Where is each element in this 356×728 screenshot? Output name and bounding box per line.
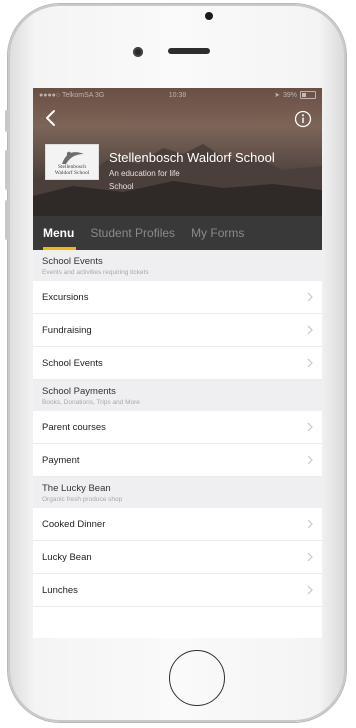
volume-down-button <box>5 200 9 240</box>
list-item-lunches[interactable]: Lunches <box>33 574 322 607</box>
section-subtitle: Events and activities requiring tickets <box>42 269 149 276</box>
chevron-right-icon <box>307 292 313 302</box>
mute-switch <box>5 110 9 132</box>
chevron-right-icon <box>307 519 313 529</box>
app-screen: ●●●●○ TelkomSA 3G 10:38 ➤ 39% Stellenbos… <box>33 88 322 638</box>
list-item-excursions[interactable]: Excursions <box>33 281 322 314</box>
front-sensor <box>205 12 213 20</box>
logo-text-line2: Waldorf School <box>54 170 90 177</box>
list-item-label: Fundraising <box>42 324 92 336</box>
tab-my-forms[interactable]: My Forms <box>191 216 244 250</box>
chevron-right-icon <box>307 325 313 335</box>
tab-bar: Menu Student Profiles My Forms <box>33 216 322 250</box>
chevron-right-icon <box>307 358 313 368</box>
section-subtitle: Books, Donations, Trips and More <box>42 399 140 406</box>
section-title: School Events <box>42 256 103 267</box>
status-bar: ●●●●○ TelkomSA 3G 10:38 ➤ 39% <box>33 88 322 102</box>
info-icon[interactable] <box>294 110 312 128</box>
chevron-left-icon[interactable] <box>43 108 59 128</box>
school-logo: Stellenbosch Waldorf School <box>45 144 99 180</box>
list-item-school-events[interactable]: School Events <box>33 347 322 380</box>
school-name: Stellenbosch Waldorf School <box>109 150 275 165</box>
list-item-label: Lucky Bean <box>42 551 92 563</box>
chevron-right-icon <box>307 552 313 562</box>
chevron-right-icon <box>307 422 313 432</box>
chevron-right-icon <box>307 585 313 595</box>
front-camera <box>133 47 143 57</box>
section-header-school-events: School Events Events and activities requ… <box>33 250 322 281</box>
school-type: School <box>109 182 134 191</box>
section-subtitle: Organic fresh produce shop <box>42 496 123 503</box>
volume-up-button <box>5 150 9 190</box>
list-item-label: Payment <box>42 454 80 466</box>
home-button[interactable] <box>169 650 225 706</box>
menu-list: School Events Events and activities requ… <box>33 250 322 607</box>
list-item-label: Parent courses <box>42 421 106 433</box>
tab-student-profiles[interactable]: Student Profiles <box>90 216 175 250</box>
section-header-lucky-bean: The Lucky Bean Organic fresh produce sho… <box>33 477 322 508</box>
status-time: 10:38 <box>168 91 187 99</box>
list-item-cooked-dinner[interactable]: Cooked Dinner <box>33 508 322 541</box>
list-item-lucky-bean[interactable]: Lucky Bean <box>33 541 322 574</box>
list-item-label: Cooked Dinner <box>42 518 106 530</box>
earpiece-speaker <box>168 48 210 54</box>
tab-menu[interactable]: Menu <box>43 216 77 250</box>
list-item-payment[interactable]: Payment <box>33 444 322 477</box>
school-header: ●●●●○ TelkomSA 3G 10:38 ➤ 39% Stellenbos… <box>33 88 322 216</box>
section-header-school-payments: School Payments Books, Donations, Trips … <box>33 380 322 411</box>
list-item-parent-courses[interactable]: Parent courses <box>33 411 322 444</box>
list-item-fundraising[interactable]: Fundraising <box>33 314 322 347</box>
list-item-label: Lunches <box>42 584 78 596</box>
battery-icon <box>300 91 316 99</box>
chevron-right-icon <box>307 455 313 465</box>
school-tagline: An education for life <box>109 169 180 178</box>
school-emblem-icon <box>62 151 84 164</box>
section-title: The Lucky Bean <box>42 483 111 494</box>
list-item-label: Excursions <box>42 291 89 303</box>
list-item-label: School Events <box>42 357 103 369</box>
section-title: School Payments <box>42 386 116 397</box>
